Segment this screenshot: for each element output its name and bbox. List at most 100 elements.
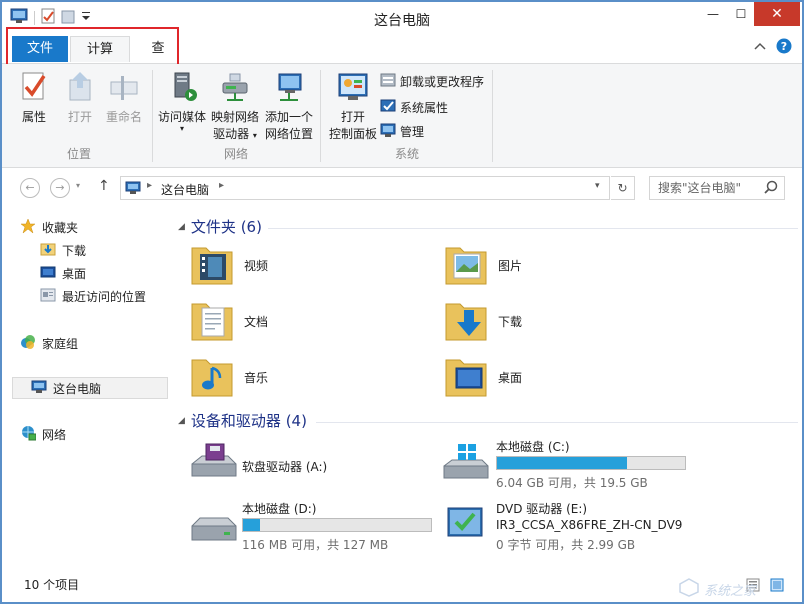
system-properties-label: 系统属性 (400, 101, 449, 115)
folder-item-desktop[interactable]: 桌面 (444, 352, 522, 403)
drive-item-dvd[interactable]: DVD 驱动器 (E:) IR3_CCSA_X86FRE_ZH-CN_DV9 0… (442, 498, 692, 554)
dvd-drive-icon (446, 506, 486, 543)
nav-recent-label: 最近访问的位置 (62, 289, 147, 304)
recent-locations-dropdown-icon[interactable]: ▾ (76, 181, 80, 190)
nav-homegroup-label: 家庭组 (42, 336, 79, 351)
breadcrumb-chevron-icon[interactable]: ▸ (147, 180, 152, 191)
downloads-folder-icon (444, 296, 488, 347)
add-network-location-button[interactable]: 添加一个 网络位置 (262, 70, 316, 142)
search-icon[interactable] (764, 180, 778, 197)
nav-this-pc-label: 这台电脑 (53, 381, 102, 396)
videos-folder-icon (190, 240, 234, 291)
folder-item-pictures[interactable]: 图片 (444, 240, 522, 291)
watermark-text: 系统之家 (704, 583, 757, 599)
drive-usage-bar (242, 518, 432, 532)
star-icon (20, 217, 36, 237)
documents-folder-icon (190, 296, 234, 347)
system-properties-icon (380, 98, 396, 117)
manage-button[interactable]: 管理 (380, 122, 424, 141)
group-divider (152, 70, 153, 162)
drive-name: 软盘驱动器 (A:) (242, 460, 328, 474)
watermark-logo-icon (678, 577, 700, 601)
watermark: 系统之家 (678, 574, 804, 604)
minimize-icon: — (707, 7, 719, 21)
open-button[interactable]: 打开 (60, 70, 100, 125)
breadcrumb-chevron-icon[interactable]: ▸ (219, 180, 224, 191)
breadcrumb-this-pc[interactable]: 这台电脑 (161, 181, 209, 198)
add-location-label: 添加一个 (264, 110, 313, 124)
location-group: 属性 打开 重命名 位置 (8, 68, 150, 164)
refresh-button[interactable]: ↻ (611, 176, 635, 200)
close-button[interactable]: ✕ (754, 2, 800, 26)
search-box (649, 176, 785, 200)
drives-section-title: 设备和驱动器 (4) (190, 412, 307, 430)
nav-this-pc[interactable]: 这台电脑 (12, 377, 168, 399)
folder-item-documents[interactable]: 文档 (190, 296, 268, 347)
folder-name: 文档 (244, 315, 269, 329)
pictures-folder-icon (444, 240, 488, 291)
uninstall-icon (380, 72, 396, 91)
back-button[interactable]: ← (20, 178, 40, 198)
recent-places-icon (40, 287, 56, 306)
rename-button[interactable]: 重命名 (102, 70, 146, 125)
desktop-icon (40, 264, 56, 283)
open-icon (63, 70, 97, 104)
properties-button[interactable]: 属性 (14, 70, 54, 125)
folder-item-videos[interactable]: 视频 (190, 240, 268, 291)
control-panel-icon (336, 70, 370, 104)
location-group-label: 位置 (66, 147, 91, 161)
nav-downloads-label: 下载 (62, 243, 87, 258)
drive-usage-bar (496, 456, 686, 470)
manage-icon (380, 122, 396, 141)
address-bar[interactable]: ▸ 这台电脑 ▸ ▾ (120, 176, 610, 200)
drive-item-floppy[interactable]: 软盘驱动器 (A:) (188, 440, 428, 490)
forward-button[interactable]: → (50, 178, 70, 198)
address-row: ← → ▾ ↑ ▸ 这台电脑 ▸ ▾ ↻ (2, 172, 802, 204)
properties-icon (17, 70, 51, 104)
address-dropdown-icon[interactable]: ▾ (595, 181, 600, 191)
nav-network[interactable]: 网络 (20, 423, 176, 445)
drive-item-c[interactable]: 本地磁盘 (C:) 6.04 GB 可用，共 19.5 GB (442, 436, 692, 492)
open-panel-label-2: 控制面板 (328, 127, 377, 141)
homegroup-icon (20, 334, 36, 353)
system-properties-button[interactable]: 系统属性 (380, 98, 448, 117)
item-count: 10 个项目 (24, 578, 80, 592)
drive-item-d[interactable]: 本地磁盘 (D:) 116 MB 可用，共 127 MB (188, 498, 438, 554)
drive-usage-fill (497, 457, 627, 469)
collapse-chevron-icon: ◢ (178, 415, 185, 426)
uninstall-program-button[interactable]: 卸载或更改程序 (380, 72, 484, 91)
maximize-button[interactable]: ☐ (728, 2, 754, 26)
folder-item-downloads[interactable]: 下载 (444, 296, 522, 347)
access-media-button[interactable]: 访问媒体 ▾ (156, 70, 208, 133)
open-control-panel-button[interactable]: 打开 控制面板 (326, 70, 380, 142)
network-group-label: 网络 (223, 147, 248, 161)
map-network-drive-button[interactable]: 映射网络 驱动器 ▾ (208, 70, 262, 142)
computer-icon (31, 379, 47, 398)
highlight-box (6, 27, 179, 66)
folders-section-title: 文件夹 (6) (190, 218, 262, 236)
collapse-ribbon-icon[interactable] (754, 40, 766, 55)
network-drive-icon (218, 70, 252, 104)
system-group: 打开 控制面板 卸载或更改程序 系统属性 管理 系统 (322, 68, 492, 164)
folder-name: 下载 (498, 315, 523, 329)
windows-drive-icon (442, 442, 490, 487)
nav-homegroup[interactable]: 家庭组 (20, 332, 176, 354)
folder-item-music[interactable]: 音乐 (190, 352, 268, 403)
content-pane: ◢ 文件夹 (6) 视频 图片 文档 下载 音乐 桌面 ◢ 设备和驱动器 (4)… (172, 206, 802, 570)
folder-name: 音乐 (244, 371, 269, 385)
drives-section-header[interactable]: ◢ 设备和驱动器 (4) (178, 410, 307, 431)
folders-section-header[interactable]: ◢ 文件夹 (6) (178, 216, 262, 237)
nav-network-label: 网络 (42, 427, 67, 442)
nav-favorites[interactable]: 收藏夹 (20, 216, 176, 238)
rename-label: 重命名 (105, 110, 142, 124)
media-server-icon (165, 70, 199, 104)
add-network-location-icon (272, 70, 306, 104)
folder-name: 桌面 (498, 371, 523, 385)
drive-usage-text: 0 字节 可用，共 2.99 GB (496, 538, 636, 552)
up-arrow-icon[interactable]: ↑ (98, 178, 110, 194)
minimize-button[interactable]: — (698, 2, 728, 26)
search-input[interactable] (650, 177, 760, 199)
help-icon[interactable]: ? (776, 38, 792, 57)
folder-name: 视频 (244, 259, 269, 273)
drive-usage-text: 6.04 GB 可用，共 19.5 GB (496, 476, 648, 490)
